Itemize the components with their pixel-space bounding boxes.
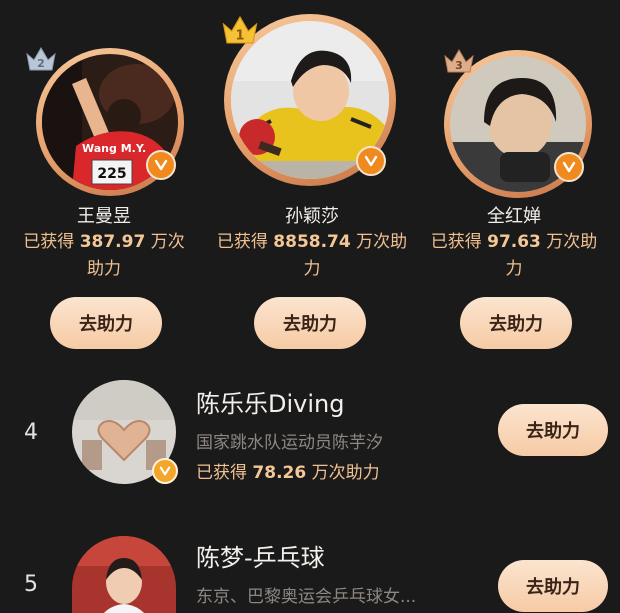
help-button[interactable]: 去助力 [460,297,572,349]
verified-icon [152,458,178,484]
votes-unit: 万次助 [546,232,598,252]
podium-name: 全红婵 [487,206,541,227]
votes-prefix: 已获得 [196,463,247,483]
avatar[interactable] [72,536,176,613]
podium-name: 王曼昱 [77,206,131,227]
avatar-photo [72,536,176,613]
votes-unit-cont: 力 [505,259,523,279]
help-button[interactable]: 去助力 [50,297,162,349]
crown-icon: 3 [444,49,474,73]
votes-value: 387.97 [79,232,146,252]
help-button[interactable]: 去助力 [498,560,608,612]
list-title: 陈乐乐Diving [196,390,345,418]
verified-icon [356,146,386,176]
votes-value: 8858.74 [273,232,351,252]
votes-prefix: 已获得 [216,232,268,252]
list-title: 陈梦-乒乓球 [196,544,325,572]
rank-badge-number: 1 [235,28,244,43]
votes-unit-cont: 力 [303,259,321,279]
verified-icon [554,152,584,182]
crown-icon: 2 [26,47,56,71]
podium-votes: 已获得 387.97 万次 助力 [4,229,204,283]
votes-unit: 万次助力 [311,463,380,483]
podium-votes: 已获得 8858.74 万次助 力 [212,229,412,283]
help-button[interactable]: 去助力 [498,404,608,456]
list-description: 国家跳水队运动员陈芋汐 [196,433,383,453]
list-item[interactable]: 4 陈乐乐Diving 国家跳水队运动员陈芋汐 已获得 78.26 万次助力 去… [0,370,620,500]
rank-number: 4 [24,420,38,445]
podium-votes: 已获得 97.63 万次助 力 [414,229,614,283]
rank-badge-number: 2 [37,57,45,70]
help-button[interactable]: 去助力 [254,297,366,349]
votes-unit: 万次助 [356,232,408,252]
votes-prefix: 已获得 [430,232,482,252]
crown-icon: 1 [222,15,258,44]
votes-unit-cont: 助力 [87,259,121,279]
rank-badge-number: 3 [455,59,463,72]
list-description: 东京、巴黎奥运会乒乓球女... [196,587,417,607]
podium-name: 孙颖莎 [285,206,339,227]
votes-value: 97.63 [487,232,541,252]
rank-number: 5 [24,572,38,597]
jersey-name: Wang M.Y. [82,142,146,155]
list-votes: 已获得 78.26 万次助力 [196,458,380,483]
avatar-rank-2[interactable]: Wang M.Y. 225 [36,48,184,196]
votes-prefix: 已获得 [23,232,75,252]
bib-number: 225 [97,166,126,182]
votes-unit: 万次 [150,232,185,252]
votes-value: 78.26 [252,463,307,483]
list-item[interactable]: 5 陈梦-乒乓球 东京、巴黎奥运会乒乓球女... 去助力 [0,530,620,613]
verified-icon [146,150,176,180]
